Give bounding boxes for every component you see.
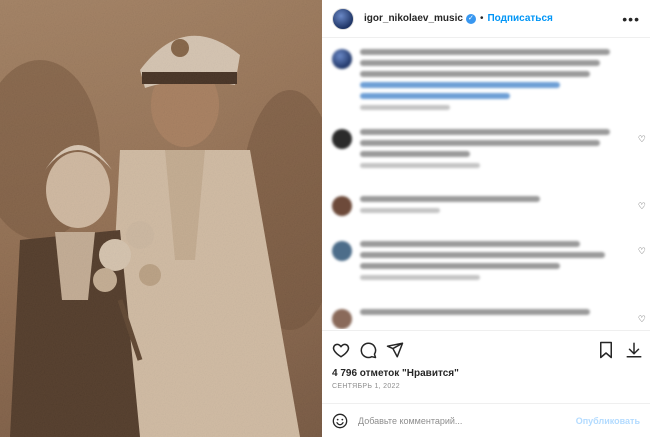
comment-item bbox=[332, 196, 638, 216]
commenter-avatar bbox=[332, 196, 352, 216]
comment-like-heart-icon[interactable]: ♡ bbox=[638, 246, 646, 257]
caption-comment bbox=[332, 49, 638, 110]
comments-list[interactable]: ♡ ♡ ♡ ♡ bbox=[322, 39, 650, 329]
more-options-icon[interactable]: ••• bbox=[622, 11, 640, 27]
share-send-icon[interactable] bbox=[386, 341, 404, 359]
comment-like-heart-icon[interactable]: ♡ bbox=[638, 134, 646, 145]
add-comment-bar: Опубликовать bbox=[322, 403, 650, 437]
like-heart-icon[interactable] bbox=[332, 341, 350, 359]
commenter-avatar bbox=[332, 129, 352, 149]
download-icon[interactable] bbox=[625, 341, 643, 359]
vintage-photo-illustration bbox=[0, 0, 322, 437]
post-header: igor_nikolaev_music ✓ • Подписаться ••• bbox=[322, 0, 650, 38]
instagram-post-modal: igor_nikolaev_music ✓ • Подписаться ••• bbox=[0, 0, 650, 437]
comment-bubble-icon[interactable] bbox=[359, 341, 377, 359]
verified-badge-icon: ✓ bbox=[465, 13, 476, 24]
likes-count[interactable]: 4 796 отметок "Нравится" bbox=[332, 368, 459, 379]
post-date: СЕНТЯБРЬ 1, 2022 bbox=[332, 383, 400, 390]
post-photo bbox=[0, 0, 322, 437]
comment-item bbox=[332, 129, 638, 168]
comment-like-heart-icon[interactable]: ♡ bbox=[638, 314, 646, 325]
comment-input[interactable] bbox=[358, 415, 568, 426]
author-avatar[interactable] bbox=[332, 7, 354, 30]
post-actions-bar bbox=[322, 330, 650, 372]
author-username[interactable]: igor_nikolaev_music bbox=[364, 13, 463, 24]
commenter-avatar bbox=[332, 309, 352, 329]
comment-item bbox=[332, 241, 638, 280]
comment-item bbox=[332, 309, 638, 329]
publish-comment-button[interactable]: Опубликовать bbox=[576, 416, 640, 426]
post-side-panel: igor_nikolaev_music ✓ • Подписаться ••• bbox=[322, 0, 650, 437]
follow-button[interactable]: Подписаться bbox=[487, 13, 552, 24]
commenter-avatar bbox=[332, 241, 352, 261]
emoji-smiley-icon[interactable] bbox=[332, 413, 348, 429]
comment-like-heart-icon[interactable]: ♡ bbox=[638, 201, 646, 212]
caption-avatar bbox=[332, 49, 352, 69]
separator-dot: • bbox=[479, 13, 484, 24]
bookmark-icon[interactable] bbox=[598, 341, 614, 359]
